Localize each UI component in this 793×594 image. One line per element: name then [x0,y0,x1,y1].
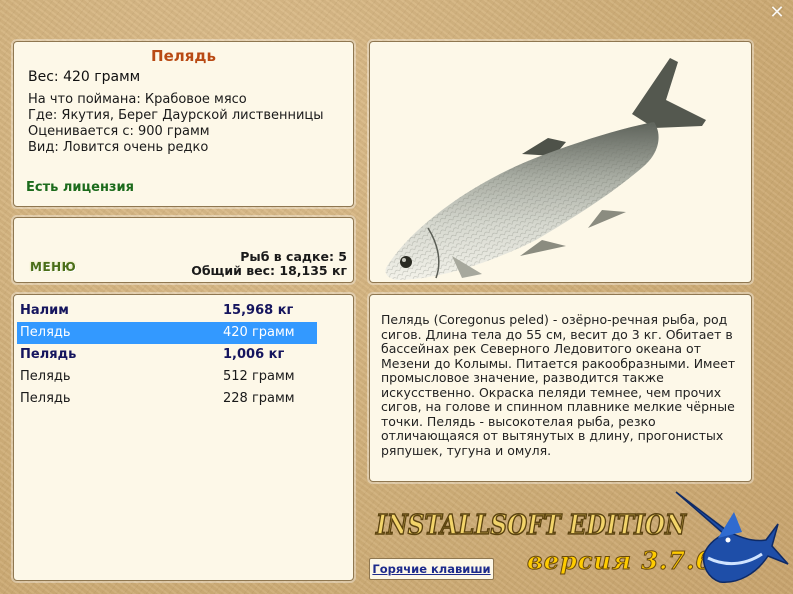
catch-fish-weight: 1,006 кг [223,347,285,362]
installsoft-edition-logo: INSTALLSOFT EDITION [374,509,687,542]
catch-list: Налим 15,968 кг Пелядь 420 грамм Пелядь 1,006… [17,300,317,410]
keepnet-count: Рыб в садке: 5 [240,249,347,264]
catch-row[interactable]: Налим 15,968 кг [17,300,317,322]
close-icon[interactable]: ✕ [767,3,787,23]
location-line: Где: Якутия, Берег Даурской лиственницы [28,108,324,123]
fish-info-panel: Пелядь Вес: 420 грамм На что поймана: Кр… [13,41,354,207]
catch-row[interactable]: Пелядь 420 грамм [17,322,317,344]
keepnet-total-weight: Общий вес: 18,135 кг [191,263,347,278]
catch-row[interactable]: Пелядь 1,006 кг [17,344,317,366]
hotkeys-button[interactable]: Горячие клавиши [369,558,494,580]
description-panel: Пелядь (Coregonus peled) - озёрно-речная… [369,294,752,482]
menu-panel: МЕНЮ Рыб в садке: 5 Общий вес: 18,135 кг [13,217,354,283]
menu-button[interactable]: МЕНЮ [30,260,76,274]
bait-line: На что поймана: Крабовое мясо [28,92,247,107]
catch-row[interactable]: Пелядь 512 грамм [17,366,317,388]
license-status: Есть лицензия [26,180,134,195]
svg-text:INSTALLSOFT EDITION: INSTALLSOFT EDITION [375,510,687,541]
catch-list-panel: Налим 15,968 кг Пелядь 420 грамм Пелядь 1,006… [13,294,354,581]
peled-fish-icon [385,58,706,280]
marlin-icon [675,491,789,583]
catch-fish-weight: 420 грамм [223,325,295,340]
value-line: Оценивается с: 900 грамм [28,124,210,139]
fish-weight: Вес: 420 грамм [28,69,141,85]
catch-fish-weight: 228 грамм [223,391,295,406]
catch-row[interactable]: Пелядь 228 грамм [17,388,317,410]
catch-fish-name: Пелядь [20,369,71,384]
fish-description: Пелядь (Coregonus peled) - озёрно-речная… [381,312,736,458]
fish-title: Пелядь [151,47,216,65]
catch-fish-name: Пелядь [20,391,71,406]
catch-fish-name: Пелядь [20,347,77,362]
rarity-line: Вид: Ловится очень редко [28,140,209,155]
catch-fish-weight: 15,968 кг [223,303,294,318]
fish-image-panel [369,41,752,283]
catch-fish-weight: 512 грамм [223,369,295,384]
fish-details: На что поймана: Крабовое мясо Где: Якути… [28,92,324,156]
catch-fish-name: Пелядь [20,325,71,340]
keepnet-summary: Рыб в садке: 5 Общий вес: 18,135 кг [191,250,347,278]
catch-fish-name: Налим [20,303,69,318]
